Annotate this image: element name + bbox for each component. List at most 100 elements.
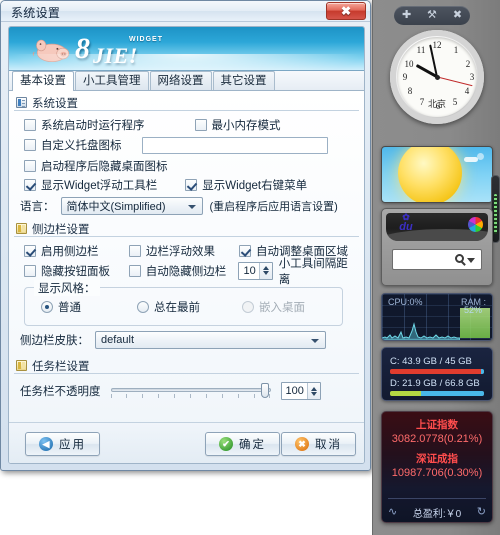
stepper-buttons[interactable] xyxy=(306,383,320,399)
checkbox-label: 显示Widget浮动工具栏 xyxy=(41,179,158,192)
checkbox-label: 自动隐藏侧边栏 xyxy=(145,265,227,278)
cancel-button[interactable]: ✖ 取消 xyxy=(281,432,356,456)
chart-wave-icon[interactable]: ∿ xyxy=(388,505,397,518)
checkbox-box xyxy=(129,244,141,257)
checkbox-custom-tray-icon[interactable]: 自定义托盘图标 xyxy=(24,137,122,153)
dialog-body: 8 JIE! WIDGET 基本设置 小工具管理 网络设置 其它设置 系统设置 xyxy=(8,26,365,464)
cpu-label: CPU:0% xyxy=(388,297,423,307)
group-title-sidebar: 侧边栏设置 xyxy=(32,223,90,236)
clock-number: 3 xyxy=(469,72,475,82)
stepper-buttons[interactable] xyxy=(258,262,272,279)
disk-row-c: C: 43.9 GB / 45 GB xyxy=(390,356,484,374)
checkbox-label: 最小内存模式 xyxy=(211,119,281,132)
tab-basic-settings[interactable]: 基本设置 xyxy=(12,71,74,91)
checkbox-label: 隐藏按钮面板 xyxy=(41,265,110,278)
checkbox-hide-desktop-icon[interactable]: 启动程序后隐藏桌面图标 xyxy=(24,158,168,174)
apply-button[interactable]: ◀ 应用 xyxy=(25,432,100,456)
checkbox-run-at-startup[interactable]: 系统启动时运行程序 xyxy=(24,117,145,133)
clock-number: 12 xyxy=(432,40,442,50)
tab-other-settings[interactable]: 其它设置 xyxy=(212,71,275,90)
clock-number: 2 xyxy=(465,59,471,69)
checkbox-box xyxy=(185,178,198,191)
radio-label: 嵌入桌面 xyxy=(259,302,305,314)
group-content-system: 系统启动时运行程序 最小内存模式 自定义托盘图标 启动程序后隐藏桌面图标 显示W… xyxy=(14,111,359,219)
close-icon: ✖ xyxy=(340,4,352,18)
group-header-taskbar: 任务栏设置 xyxy=(14,358,359,374)
language-select[interactable]: 简体中文(Simplified) xyxy=(60,196,203,215)
disk-row-d: D: 21.9 GB / 66.8 GB xyxy=(390,378,484,396)
chevron-down-icon xyxy=(187,204,196,209)
slider-thumb[interactable] xyxy=(260,383,269,398)
ok-button[interactable]: ✔ 确定 xyxy=(205,432,280,456)
checkbox-enable-sidebar[interactable]: 启用侧边栏 xyxy=(24,243,129,259)
checkbox-show-float-toolbar[interactable]: 显示Widget浮动工具栏 xyxy=(24,177,157,193)
group-title-taskbar: 任务栏设置 xyxy=(32,360,90,373)
group-content-taskbar: 任务栏不透明度 100 xyxy=(14,374,359,406)
group-system-settings: 系统设置 系统启动时运行程序 最小内存模式 自定义托盘图标 启动程序后隐藏桌面图… xyxy=(14,95,359,219)
tab-panel-basic-settings: 系统设置 系统启动时运行程序 最小内存模式 自定义托盘图标 启动程序后隐藏桌面图… xyxy=(9,91,364,463)
back-arrow-icon: ◀ xyxy=(39,437,53,451)
checkbox-label: 显示Widget右键菜单 xyxy=(202,179,308,192)
dialog-titlebar: 系统设置 ✖ xyxy=(1,1,370,22)
group-taskbar-settings: 任务栏设置 任务栏不透明度 100 xyxy=(14,358,359,406)
gadget-settings-icon[interactable]: ⚒ xyxy=(427,10,437,21)
opacity-stepper[interactable]: 100 xyxy=(280,382,321,400)
stepper-up-icon xyxy=(310,386,317,391)
tab-network-settings[interactable]: 网络设置 xyxy=(149,71,212,90)
sidebar-skin-select[interactable]: default xyxy=(95,331,326,349)
ok-button-label: 确定 xyxy=(239,439,266,451)
group-header-system: 系统设置 xyxy=(14,95,359,111)
opacity-slider[interactable] xyxy=(110,382,271,400)
add-gadget-icon[interactable]: ✚ xyxy=(402,10,411,21)
search-icon[interactable] xyxy=(455,254,464,263)
tray-icon-path-input[interactable] xyxy=(141,136,328,154)
baidu-search-box[interactable] xyxy=(392,249,482,270)
close-sidebar-icon[interactable]: ✖ xyxy=(453,10,462,21)
sidebar-skin-value: default xyxy=(101,334,135,346)
checkbox-label: 系统启动时运行程序 xyxy=(41,119,145,132)
baidu-search-widget[interactable]: ✿ du xyxy=(381,208,493,286)
checkbox-label: 启用侧边栏 xyxy=(41,245,99,258)
sidebar-skin-label: 侧边栏皮肤： xyxy=(20,335,89,347)
gadget-spacing-stepper[interactable]: 10 xyxy=(238,261,273,280)
checkbox-box xyxy=(24,244,36,257)
clock-dial: 12 1 2 3 4 5 6 7 8 9 10 11 北京 xyxy=(397,37,477,117)
screen: 系统设置 ✖ 8 JIE! xyxy=(0,0,500,535)
disk-d-label: D: 21.9 GB / 66.8 GB xyxy=(390,378,480,389)
close-button[interactable]: ✖ xyxy=(326,2,366,20)
stepper-down-icon xyxy=(262,271,269,275)
weather-widget[interactable] xyxy=(381,146,493,203)
gadget-spacing-label: 小工具间隔距离 xyxy=(278,257,348,286)
taskbar-settings-icon xyxy=(16,360,27,371)
checkbox-hide-button-panel[interactable]: 隐藏按钮面板 xyxy=(24,263,129,279)
radio-style-always-on-top[interactable]: 总在最前 xyxy=(137,299,242,315)
checkbox-auto-hide-sidebar[interactable]: 自动隐藏侧边栏 xyxy=(128,263,239,279)
checkbox-box xyxy=(24,118,36,131)
refresh-icon[interactable]: ↻ xyxy=(477,505,486,518)
checkbox-box xyxy=(24,139,36,151)
disk-usage-widget[interactable]: C: 43.9 GB / 45 GB D: 21.9 GB / 66.8 GB xyxy=(381,347,493,401)
checkbox-box xyxy=(24,264,36,277)
sidebar-toolbar: ✚ ⚒ ✖ xyxy=(394,6,470,25)
chevron-down-icon[interactable] xyxy=(467,258,475,263)
checkbox-float-effect[interactable]: 边栏浮动效果 xyxy=(129,243,239,259)
sun-icon xyxy=(398,147,462,202)
checkbox-min-memory-mode[interactable]: 最小内存模式 xyxy=(194,117,281,133)
cpu-usage-graph xyxy=(382,322,460,340)
stock-widget[interactable]: 上证指数 3082.0778(0.21%) 深证成指 10987.706(0.3… xyxy=(381,411,493,523)
radio-style-normal[interactable]: 普通 xyxy=(41,299,137,315)
stepper-down-icon xyxy=(310,391,317,396)
checkbox-show-context-menu[interactable]: 显示Widget右键菜单 xyxy=(185,177,307,193)
clock-city-label: 北京 xyxy=(427,99,446,109)
checkbox-label: 启动程序后隐藏桌面图标 xyxy=(41,160,168,173)
opacity-value: 100 xyxy=(285,385,304,397)
system-monitor-widget[interactable]: CPU:0% RAM : 52% xyxy=(381,293,493,341)
stock-name-2: 深证成指 xyxy=(416,453,458,465)
display-style-fieldset: 显示风格： 普通 总在最前 嵌入桌面 xyxy=(24,280,343,326)
clock-number: 4 xyxy=(464,86,470,96)
tab-gadget-management[interactable]: 小工具管理 xyxy=(75,71,149,90)
clock-widget[interactable]: 12 1 2 3 4 5 6 7 8 9 10 11 北京 xyxy=(381,30,493,142)
logo-widget-text: WIDGET xyxy=(129,36,163,43)
color-wheel-icon[interactable] xyxy=(468,217,483,232)
group-title-system: 系统设置 xyxy=(32,97,78,110)
